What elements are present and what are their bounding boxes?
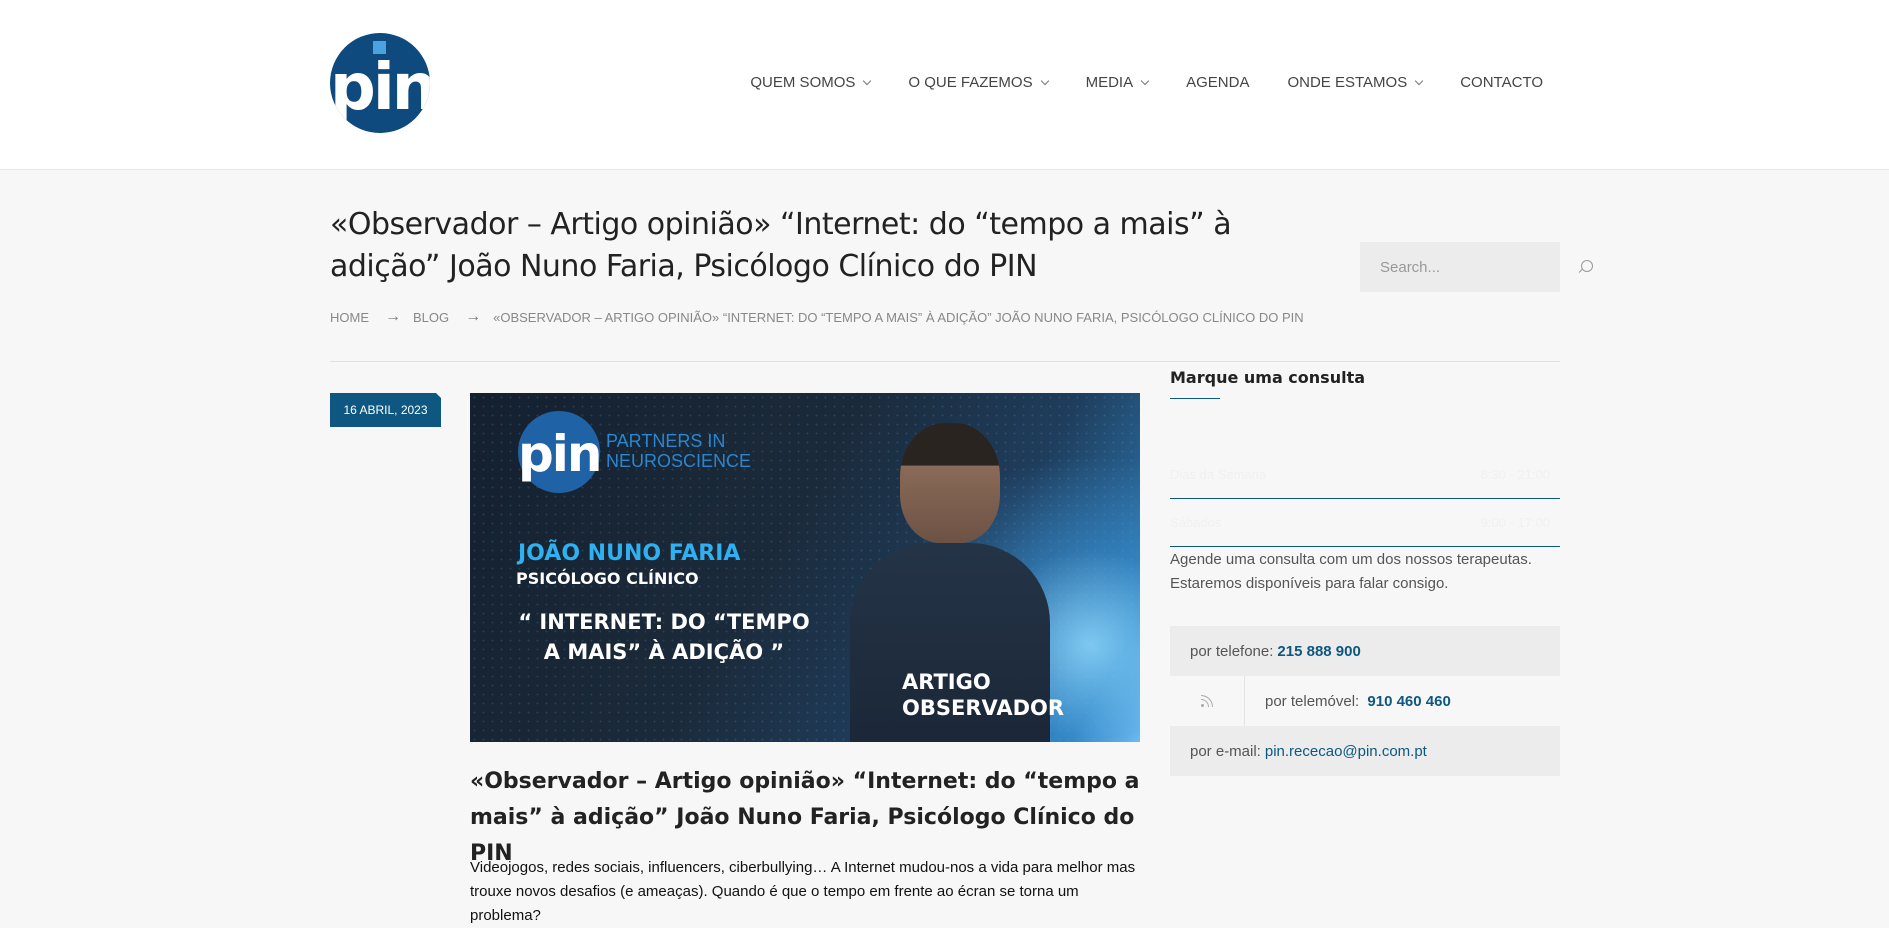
contact-phone-row: por telefone: 215 888 900 xyxy=(1170,626,1560,676)
nav-label: MEDIA xyxy=(1085,74,1134,91)
rss-icon[interactable] xyxy=(1201,695,1213,707)
image-author-role: PSICÓLOGO CLÍNICO xyxy=(516,569,699,588)
nav-item-o-que-fazemos[interactable]: O QUE FAZEMOS xyxy=(908,74,1049,91)
rss-icon-cell xyxy=(1170,676,1245,726)
hours-time: 9:00 - 17:00 xyxy=(1480,515,1550,530)
post-date-badge: 16 ABRIL, 2023 xyxy=(330,393,442,427)
contact-email-row: por e-mail: pin.rececao@pin.com.pt xyxy=(1170,726,1560,776)
image-quote-line1: “ INTERNET: DO “TEMPO xyxy=(518,610,810,634)
nav-item-quem-somos[interactable]: QUEM SOMOS xyxy=(750,74,872,91)
post-excerpt: Videojogos, redes sociais, influencers, … xyxy=(470,859,1136,924)
nav-label: QUEM SOMOS xyxy=(750,74,856,91)
nav-label: ONDE ESTAMOS xyxy=(1287,74,1408,91)
widget-title: Marque uma consulta xyxy=(1170,368,1366,387)
image-author-name: JOÃO NUNO FARIA xyxy=(518,541,741,566)
image-article-tag: ARTIGO OBSERVADOR xyxy=(902,669,1064,721)
hours-day: Sábados xyxy=(1170,515,1222,530)
chevron-down-icon xyxy=(1140,76,1150,86)
hours-day: Dias da Semana xyxy=(1170,467,1267,482)
nav-item-agenda[interactable]: AGENDA xyxy=(1186,74,1249,91)
image-pin-logo: pin xyxy=(518,411,603,493)
nav-item-media[interactable]: MEDIA xyxy=(1085,74,1150,91)
email-label: por e-mail: xyxy=(1190,742,1261,760)
mobile-link[interactable]: 910 460 460 xyxy=(1367,693,1450,710)
breadcrumb: HOME → BLOG → «OBSERVADOR – ARTIGO OPINI… xyxy=(330,308,1304,326)
mobile-text: por telemóvel: 910 460 460 xyxy=(1245,693,1451,710)
hours-row-saturday: Sábados 9:00 - 17:00 xyxy=(1170,499,1560,547)
mobile-label: por telemóvel: xyxy=(1265,692,1360,710)
image-quote: “ INTERNET: DO “TEMPO A MAIS” À ADIÇÃO ” xyxy=(514,607,814,667)
search-box xyxy=(1360,242,1593,292)
image-tag-line1: ARTIGO xyxy=(902,670,991,694)
person-head xyxy=(900,423,1000,543)
hours-row-weekdays: Dias da Semana 8:30 - 21:00 xyxy=(1170,451,1560,499)
nav-item-onde-estamos[interactable]: ONDE ESTAMOS xyxy=(1287,74,1424,91)
nav-label: CONTACTO xyxy=(1460,74,1543,91)
site-header: pin QUEM SOMOS O QUE FAZEMOS MEDIA AGEND… xyxy=(0,0,1889,170)
image-brand-line1: PARTNERS IN xyxy=(606,431,726,451)
chevron-down-icon xyxy=(1414,76,1424,86)
chevron-down-icon xyxy=(1040,76,1049,86)
arrow-right-icon: → xyxy=(385,308,401,325)
image-brand-text: PARTNERS IN NEUROSCIENCE xyxy=(606,431,751,471)
pin-logo[interactable]: pin xyxy=(330,33,430,133)
phone-link[interactable]: 215 888 900 xyxy=(1277,643,1360,660)
contact-mobile-row: por telemóvel: 910 460 460 xyxy=(1170,676,1560,726)
hours-time: 8:30 - 21:00 xyxy=(1480,467,1550,482)
main-navigation: QUEM SOMOS O QUE FAZEMOS MEDIA AGENDA ON… xyxy=(712,74,1543,91)
nav-label: AGENDA xyxy=(1186,74,1250,91)
phone-label: por telefone: xyxy=(1190,642,1274,660)
image-logo-text: pin xyxy=(518,425,603,483)
image-quote-line2: A MAIS” À ADIÇÃO ” xyxy=(543,640,785,664)
image-tag-line2: OBSERVADOR xyxy=(902,696,1065,720)
breadcrumb-home[interactable]: HOME xyxy=(330,310,369,325)
search-input[interactable] xyxy=(1380,258,1579,276)
post-featured-image[interactable]: pin PARTNERS IN NEUROSCIENCE JOÃO NUNO F… xyxy=(470,393,1140,742)
arrow-right-icon: → xyxy=(465,308,482,325)
nav-item-contacto[interactable]: CONTACTO xyxy=(1460,74,1543,91)
widget-title-underline xyxy=(1170,398,1220,399)
breadcrumb-blog[interactable]: BLOG xyxy=(413,310,449,325)
nav-label: O QUE FAZEMOS xyxy=(908,74,1033,91)
logo-text: pin xyxy=(330,51,430,125)
content-divider xyxy=(330,361,1560,362)
consult-description: Agende uma consulta com um dos nossos te… xyxy=(1170,551,1532,592)
image-brand-line2: NEUROSCIENCE xyxy=(606,451,752,471)
email-link[interactable]: pin.rececao@pin.com.pt xyxy=(1265,743,1427,760)
page-title: «Observador – Artigo opinião» “Internet:… xyxy=(330,207,1232,284)
chevron-down-icon xyxy=(863,76,872,86)
breadcrumb-current: «OBSERVADOR – ARTIGO OPINIÃO» “INTERNET:… xyxy=(493,309,1304,325)
